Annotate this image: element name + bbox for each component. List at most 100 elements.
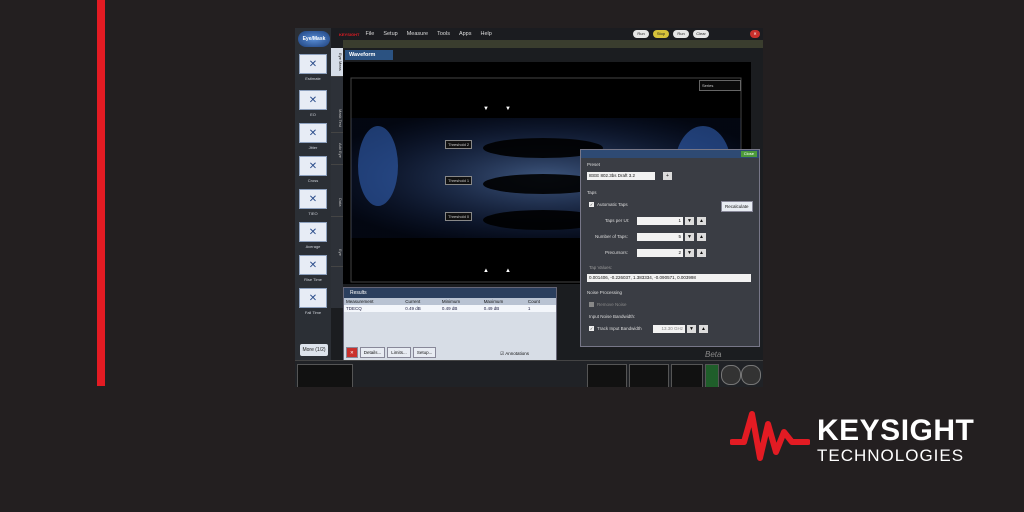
- eye-icon: ✕: [299, 189, 327, 209]
- timebase-status[interactable]: [587, 364, 627, 387]
- precursors-field[interactable]: 2: [637, 249, 683, 257]
- dialog-title: [581, 150, 759, 158]
- tab-adv-eye[interactable]: Adv Eye: [331, 136, 343, 165]
- tool-estimate[interactable]: ✕ Estimate: [298, 54, 328, 84]
- brand-red-bar: [97, 0, 105, 386]
- annotations-toggle[interactable]: ☑ Annotations: [497, 349, 532, 358]
- track-bw-label: Track Input Bandwidth: [597, 326, 642, 331]
- eye-icon: ✕: [299, 90, 327, 110]
- tap-values-field: 0.001406, -0.226037, 1.383334, -0.090571…: [587, 274, 751, 282]
- track-bw-checkbox[interactable]: ✓: [589, 326, 594, 331]
- svg-text:▼: ▼: [505, 106, 511, 112]
- tool-fall-time[interactable]: ✕ Fall Time: [298, 288, 328, 318]
- series-legend: Series: [699, 80, 741, 91]
- tab-data[interactable]: Data: [331, 188, 343, 217]
- logo-subtitle: TECHNOLOGIES: [817, 446, 965, 465]
- num-taps-label: Number of Taps:: [595, 234, 628, 239]
- trigger-status[interactable]: [671, 364, 703, 387]
- up-arrow-icon[interactable]: ▲: [697, 217, 706, 225]
- num-taps-field[interactable]: 5: [637, 233, 683, 241]
- threshold-0-label: Threshold 0: [445, 212, 473, 221]
- sub-toolbar: [343, 40, 763, 48]
- lock-icon[interactable]: [705, 364, 719, 387]
- auto-taps-checkbox[interactable]: ✓: [589, 202, 594, 207]
- oscilloscope-screenshot: Eye/Mask ✕ Estimate ✕ EO ✕ Jitter ✕ Cross ✕ T…: [295, 28, 763, 387]
- tool-cross[interactable]: ✕ Cross: [298, 156, 328, 186]
- eye-icon: ✕: [299, 54, 327, 74]
- auto-taps-label: Automatic Taps: [597, 202, 628, 207]
- single-button[interactable]: Run: [673, 30, 689, 38]
- tool-tieo[interactable]: ✕ TIEO: [298, 189, 328, 219]
- keysight-wave-logo: [730, 411, 810, 461]
- precursors-label: Precursors:: [605, 250, 629, 255]
- eye-icon: ✕: [299, 123, 327, 143]
- taps-label: Taps: [587, 190, 597, 195]
- down-arrow-icon[interactable]: ▼: [685, 217, 694, 225]
- results-tab[interactable]: Results: [344, 288, 556, 298]
- noise-processing-label: Noise Processing: [587, 290, 623, 295]
- tool-jitter[interactable]: ✕ Jitter: [298, 123, 328, 153]
- preset-label: Preset: [587, 162, 601, 167]
- math-button[interactable]: [721, 365, 741, 385]
- menu-apps[interactable]: Apps: [459, 31, 472, 37]
- svg-text:▼: ▼: [483, 106, 489, 112]
- menu-tools[interactable]: Tools: [437, 31, 450, 37]
- stop-button[interactable]: Stop: [653, 30, 669, 38]
- results-buttons: ✕ Details... Limits... Setup...: [346, 347, 437, 358]
- acquisition-status[interactable]: [629, 364, 669, 387]
- eye-icon: ✕: [299, 156, 327, 176]
- tool-average[interactable]: ✕ Average: [298, 222, 328, 252]
- taps-per-ui-field[interactable]: 1: [637, 217, 683, 225]
- tab-eye[interactable]: Eye: [331, 238, 343, 267]
- remove-noise-label: Remove Noise: [597, 302, 627, 307]
- tool-rise-time[interactable]: ✕ Rise Time: [298, 255, 328, 285]
- close-icon[interactable]: ✕: [750, 30, 760, 38]
- logo-wordmark: KEYSIGHT: [817, 414, 975, 447]
- delete-icon[interactable]: ✕: [346, 347, 358, 358]
- results-table: Measurement Current Minimum Maximum Coun…: [344, 298, 556, 312]
- tool-eo[interactable]: ✕ EO: [298, 90, 328, 120]
- up-arrow-icon[interactable]: ▲: [697, 249, 706, 257]
- threshold-2-label: Threshold 2: [445, 140, 473, 149]
- menu-file[interactable]: File: [365, 31, 374, 37]
- taps-per-ui-label: Taps per UI:: [605, 218, 630, 223]
- menu-setup[interactable]: Setup: [383, 31, 397, 37]
- down-arrow-icon[interactable]: ▼: [687, 325, 696, 333]
- tdecq-setup-dialog: Close Preset IEEE 802.3bs Draft 3.2 + Ta…: [580, 149, 760, 347]
- dialog-close-button[interactable]: Close: [740, 151, 757, 157]
- up-arrow-icon[interactable]: ▲: [699, 325, 708, 333]
- channel-status[interactable]: [297, 364, 353, 387]
- svg-text:▲: ▲: [483, 268, 489, 274]
- recalculate-button[interactable]: Recalculate: [721, 201, 753, 212]
- tab-waveform[interactable]: Waveform: [345, 50, 393, 60]
- more-button[interactable]: More (1/2): [300, 344, 328, 356]
- up-arrow-icon[interactable]: ▲: [697, 233, 706, 241]
- menu-measure[interactable]: Measure: [407, 31, 428, 37]
- eye-mask-button[interactable]: Eye/Mask: [298, 31, 330, 47]
- preset-select[interactable]: IEEE 802.3bs Draft 3.2: [587, 172, 655, 180]
- remove-noise-checkbox[interactable]: [589, 302, 594, 307]
- menu-help[interactable]: Help: [481, 31, 492, 37]
- threshold-1-label: Threshold 1: [445, 176, 473, 185]
- eye-icon: ✕: [299, 222, 327, 242]
- limits-button[interactable]: Limits...: [387, 347, 411, 358]
- input-bw-label: Input Noise Bandwidth:: [589, 314, 636, 319]
- eye-icon: ✕: [299, 255, 327, 275]
- table-row[interactable]: TDECQ 0.49 dB 0.49 dB 0.49 dB 1: [344, 305, 556, 312]
- svg-text:▲: ▲: [505, 268, 511, 274]
- clear-button[interactable]: Clear: [693, 30, 709, 38]
- bandwidth-field: 13.30 GHz: [653, 325, 685, 333]
- vertical-tab-strip: Eye Meas Mask Test Adv Eye Data Eye: [331, 48, 343, 308]
- tap-values-label: Tap Values:: [589, 265, 613, 270]
- down-arrow-icon[interactable]: ▼: [685, 233, 694, 241]
- down-arrow-icon[interactable]: ▼: [685, 249, 694, 257]
- plus-icon[interactable]: +: [663, 172, 672, 180]
- setup-button[interactable]: Setup...: [412, 347, 437, 358]
- run-button[interactable]: Run: [633, 30, 649, 38]
- eye-icon: ✕: [299, 288, 327, 308]
- details-button[interactable]: Details...: [359, 347, 386, 358]
- menu-brand: KEYSIGHT: [339, 31, 360, 37]
- tab-mask-test[interactable]: Mask Test: [331, 104, 343, 133]
- signals-button[interactable]: [741, 365, 761, 385]
- tab-eye-meas[interactable]: Eye Meas: [331, 48, 343, 77]
